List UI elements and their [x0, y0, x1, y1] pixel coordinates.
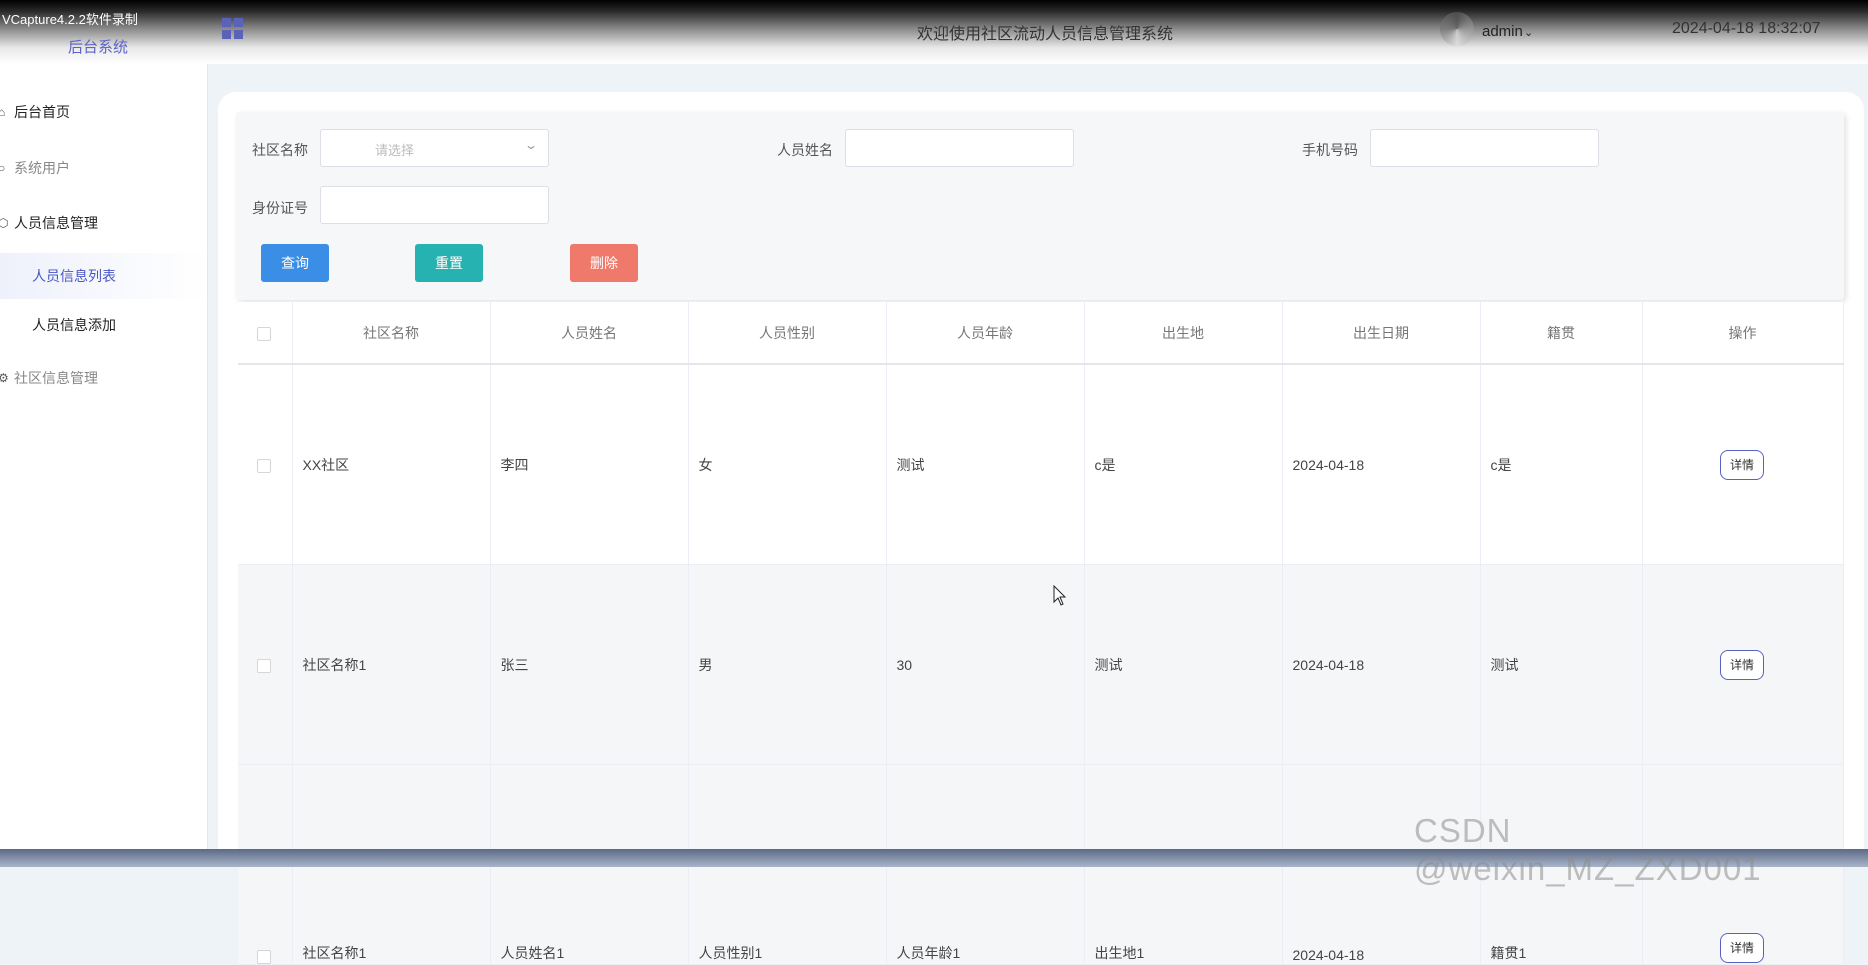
table-cell: 社区名称1	[292, 564, 491, 765]
table-cell: XX社区	[292, 364, 491, 565]
sidebar: ⌂ 后台首页 ○ 系统用户 ⬡ 人员信息管理 人员信息列表 人员信息添加 ⚙ 社…	[0, 64, 208, 867]
phone-input[interactable]	[1370, 129, 1599, 167]
row-checkbox-cell	[238, 364, 293, 565]
table-cell: c是	[1084, 364, 1283, 565]
detail-button[interactable]: 详情	[1720, 933, 1764, 963]
detail-button[interactable]: 详情	[1720, 449, 1764, 480]
table-cell: 测试	[1480, 564, 1643, 765]
page-title: 欢迎使用社区流动人员信息管理系统	[917, 26, 1174, 43]
table-row: XX社区 李四 女 测试 c是 2024-04-18 c是 详情	[238, 364, 1844, 565]
csdn-watermark: CSDN @weixin_MZ_ZXD001	[1414, 812, 1762, 887]
user-menu[interactable]: admin	[1482, 23, 1523, 40]
select-all-checkbox-cell	[238, 302, 293, 365]
sidebar-item-community-management[interactable]: ⚙ 社区信息管理	[0, 356, 207, 400]
sidebar-item-person-list[interactable]: 人员信息列表	[0, 253, 207, 299]
column-header[interactable]: 社区名称	[292, 302, 491, 365]
table-cell: 男	[688, 564, 887, 765]
phone-label: 手机号码	[1302, 142, 1358, 158]
name-label: 人员姓名	[777, 142, 833, 158]
id-number-input[interactable]	[320, 186, 549, 224]
row-checkbox[interactable]	[257, 458, 272, 473]
sidebar-item-label: 社区信息管理	[14, 370, 98, 386]
community-select[interactable]: 请选择 ⌄	[320, 129, 549, 167]
detail-button[interactable]: 详情	[1720, 649, 1764, 680]
recorder-watermark: VCapture4.2.2软件录制	[2, 12, 138, 27]
grid-menu-icon[interactable]	[222, 18, 244, 40]
sidebar-item-label: 后台首页	[14, 104, 70, 120]
app-logo-text: 后台系统	[68, 39, 129, 56]
sidebar-item-person-add[interactable]: 人员信息添加	[0, 303, 207, 347]
table-cell: 测试	[1084, 564, 1283, 765]
home-icon: ⌂	[0, 105, 6, 119]
community-label: 社区名称	[252, 142, 308, 158]
row-checkbox[interactable]	[257, 950, 272, 964]
column-header: 操作	[1642, 302, 1844, 365]
row-checkbox-cell	[238, 564, 293, 765]
table-cell: 2024-04-18	[1282, 564, 1481, 765]
table-cell: 2024-04-18	[1282, 364, 1481, 565]
action-cell: 详情	[1642, 564, 1844, 765]
community-placeholder: 请选择	[375, 143, 415, 158]
column-header[interactable]: 人员姓名	[490, 302, 689, 365]
top-header: VCapture4.2.2软件录制 后台系统 欢迎使用社区流动人员信息管理系统 …	[0, 0, 1868, 64]
chevron-down-icon: ⌄	[523, 138, 539, 152]
table-row: 社区名称1 张三 男 30 测试 2024-04-18 测试 详情	[238, 564, 1844, 765]
row-checkbox[interactable]	[257, 658, 272, 673]
table-cell: 李四	[490, 364, 689, 565]
select-all-checkbox[interactable]	[257, 326, 272, 341]
column-header[interactable]: 出生日期	[1282, 302, 1481, 365]
table-cell: 测试	[886, 364, 1085, 565]
datetime-display: 2024-04-18 18:32:07	[1672, 20, 1821, 37]
query-button[interactable]: 查询	[261, 244, 329, 282]
sidebar-item-label: 人员信息管理	[14, 215, 98, 231]
sidebar-item-system-users[interactable]: ○ 系统用户	[0, 146, 207, 190]
delete-button[interactable]: 删除	[570, 244, 638, 282]
column-header[interactable]: 人员年龄	[886, 302, 1085, 365]
sidebar-item-person-management[interactable]: ⬡ 人员信息管理	[0, 201, 207, 245]
reset-button[interactable]: 重置	[415, 244, 483, 282]
sidebar-item-home[interactable]: ⌂ 后台首页	[0, 90, 207, 134]
sidebar-item-label: 人员信息添加	[32, 317, 116, 333]
column-header[interactable]: 人员性别	[688, 302, 887, 365]
sidebar-item-label: 系统用户	[14, 160, 70, 176]
cube-icon: ⬡	[0, 216, 9, 230]
user-icon: ○	[0, 161, 6, 175]
column-header[interactable]: 出生地	[1084, 302, 1283, 365]
name-input[interactable]	[845, 129, 1074, 167]
table-cell: 女	[688, 364, 887, 565]
table-cell: 张三	[490, 564, 689, 765]
mouse-cursor-icon	[1053, 585, 1067, 606]
table-cell: c是	[1480, 364, 1643, 565]
avatar[interactable]	[1440, 12, 1474, 46]
chevron-down-icon[interactable]: ⌄	[1524, 26, 1533, 39]
table-header-row: 社区名称 人员姓名 人员性别 人员年龄 出生地 出生日期 籍贯 操作	[238, 302, 1844, 365]
gear-icon: ⚙	[0, 371, 9, 385]
sidebar-item-label: 人员信息列表	[32, 268, 116, 284]
id-number-label: 身份证号	[252, 200, 308, 216]
action-cell: 详情	[1642, 364, 1844, 565]
column-header[interactable]: 籍贯	[1480, 302, 1643, 365]
